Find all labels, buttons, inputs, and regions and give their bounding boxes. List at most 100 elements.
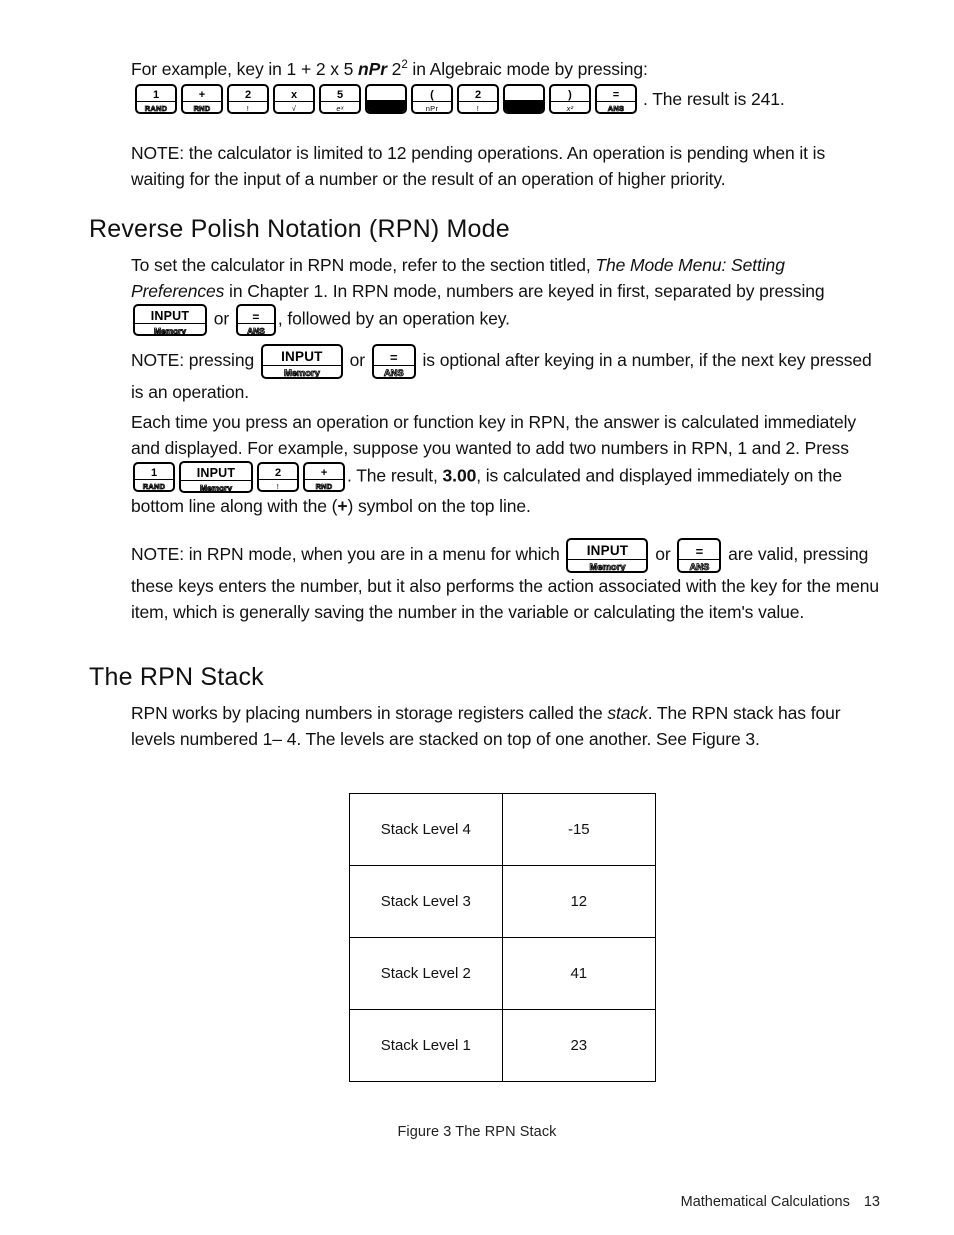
key-shift-label: Memory — [200, 483, 233, 493]
calculator-key-multiply-sqrt: x √ — [273, 84, 315, 114]
key-top-label: = — [679, 540, 720, 560]
page-footer: Mathematical Calculations 13 — [0, 1194, 954, 1210]
footer-section-title: Mathematical Calculations — [680, 1194, 850, 1210]
calculator-key-input-memory: INPUT Memory — [133, 304, 207, 336]
each-result-value: 3.00 — [442, 465, 477, 486]
keystroke-sequence-1: 1 RAND + RND 2 ! x √ 5 eˣ ( nPr 2 !) x²… — [133, 84, 785, 114]
each-part2: . The result, — [347, 465, 443, 486]
key-top-label: 5 — [321, 86, 359, 102]
key-top-label: ( — [413, 86, 451, 102]
key-top-label: ) — [551, 86, 589, 102]
paragraph-each-time: Each time you press an operation or func… — [131, 409, 883, 519]
key-top-label: 2 — [259, 464, 297, 480]
key-shift-label: RAND — [142, 482, 166, 491]
stack-level-value: -15 — [501, 793, 657, 866]
calculator-key-5-exp: 5 eˣ — [319, 84, 361, 114]
calculator-key-input-memory-2: INPUT Memory — [260, 344, 343, 379]
key-shift-label: ANS — [607, 104, 625, 113]
table-row: Stack Level 1 23 — [349, 1009, 657, 1082]
note-paragraph-2: NOTE: pressing INPUT Memory or = ANS is … — [131, 344, 879, 405]
heading-rpn-stack: The RPN Stack — [89, 663, 264, 691]
key-shift-label: Memory — [283, 368, 321, 379]
calculator-key-equals-ans-3: = ANS — [677, 538, 722, 573]
key-shift-label: ! — [276, 482, 280, 491]
calculator-key-openparen-npr: ( nPr — [411, 84, 453, 114]
key-top-label: INPUT — [135, 306, 205, 324]
set-mode-or: or — [209, 308, 234, 329]
key-top-label: + — [183, 86, 221, 102]
calculator-key-equals-ans-2: = ANS — [371, 344, 416, 379]
stack-level-label: Stack Level 2 — [349, 937, 503, 1010]
key-top-label: 2 — [229, 86, 267, 102]
key-shift-label: x² — [566, 104, 574, 113]
calculator-key-input-memory-3: INPUT Memory — [179, 461, 253, 493]
keystroke-result-text: . The result is 241. — [643, 89, 785, 109]
key-top-label: INPUT — [262, 346, 341, 366]
key-top-label: = — [373, 346, 414, 366]
key-top-label: INPUT — [568, 540, 647, 560]
note3-part1: NOTE: in RPN mode, when you are in a men… — [131, 544, 565, 565]
calculator-key-plus-rnd-2: + RND — [303, 462, 345, 492]
note3-or: or — [650, 544, 676, 565]
key-shift-label — [505, 101, 543, 112]
each-part1: Each time you press an operation or func… — [131, 412, 857, 458]
set-mode-part1: To set the calculator in RPN mode, refer… — [131, 255, 596, 275]
key-top-label: INPUT — [181, 463, 251, 481]
key-shift-label: ANS — [383, 368, 404, 379]
key-top-label: = — [597, 86, 635, 102]
each-part4: ) symbol on the top line. — [347, 496, 531, 516]
key-top-label: = — [237, 306, 274, 324]
note-paragraph-3: NOTE: in RPN mode, when you are in a men… — [131, 538, 883, 625]
stack-level-value: 12 — [501, 865, 657, 938]
calculator-key-1-rand: 1 RAND — [135, 84, 177, 114]
key-shift-label: ANS — [247, 326, 266, 336]
stack-level-value: 23 — [501, 1009, 657, 1082]
key-shift-label: eˣ — [336, 104, 344, 113]
key-top-label — [367, 86, 405, 101]
key-shift-label: nPr — [425, 104, 439, 113]
intro-text-before: For example, key in 1 + 2 x 5 — [131, 59, 359, 79]
note2-part1: NOTE: pressing — [131, 350, 259, 371]
intro-paragraph: For example, key in 1 + 2 x 5 nPr 22 in … — [131, 56, 891, 82]
note-paragraph-1: NOTE: the calculator is limited to 12 pe… — [131, 143, 826, 189]
works-italic-stack: stack — [607, 703, 648, 723]
figure-caption: Figure 3 The RPN Stack — [397, 1124, 557, 1140]
key-shift-label: ANS — [689, 562, 710, 573]
calculator-key-closeparen-xsquared: ) x² — [549, 84, 591, 114]
paragraph-rpn-works: RPN works by placing numbers in storage … — [131, 700, 879, 752]
key-shift-label: ! — [246, 104, 250, 113]
key-shift-label — [367, 101, 405, 112]
set-mode-part3: , followed by an operation key. — [277, 308, 510, 329]
calculator-key-blank-2 — [503, 84, 545, 114]
calculator-key-plus-rnd: + RND — [181, 84, 223, 114]
key-shift-label: RND — [193, 104, 211, 113]
key-shift-label: Memory — [154, 326, 187, 336]
stack-level-value: 41 — [501, 937, 657, 1010]
stack-level-label: Stack Level 3 — [349, 865, 503, 938]
rpn-stack-table: Stack Level 4 -15 Stack Level 3 12 Stack… — [349, 793, 657, 1082]
npr-term: nPr — [358, 59, 387, 79]
each-plus-symbol: + — [337, 496, 348, 516]
intro-text-mid: 2 — [386, 59, 402, 79]
note2-or: or — [344, 350, 370, 371]
calculator-key-2-factorial-2: 2 ! — [457, 84, 499, 114]
paragraph-set-rpn-mode: To set the calculator in RPN mode, refer… — [131, 252, 879, 336]
calculator-key-blank-1 — [365, 84, 407, 114]
heading-rpn-mode: Reverse Polish Notation (RPN) Mode — [89, 215, 510, 243]
key-top-label: 1 — [135, 464, 173, 480]
key-shift-label: RND — [315, 482, 333, 491]
footer-page-number: 13 — [863, 1194, 880, 1210]
works-part1: RPN works by placing numbers in storage … — [131, 703, 608, 723]
set-mode-part2: in Chapter 1. In RPN mode, numbers are k… — [224, 281, 825, 301]
key-top-label — [505, 86, 543, 101]
calculator-key-2-factorial: 2 ! — [227, 84, 269, 114]
table-row: Stack Level 4 -15 — [349, 793, 657, 866]
stack-level-label: Stack Level 4 — [349, 793, 503, 866]
key-shift-label: √ — [291, 104, 297, 113]
key-shift-label: Memory — [589, 562, 626, 573]
calculator-key-equals-ans-inline: = ANS — [235, 304, 276, 336]
table-row: Stack Level 3 12 — [349, 865, 657, 938]
key-top-label: 2 — [459, 86, 497, 102]
table-row: Stack Level 2 41 — [349, 937, 657, 1010]
calculator-key-1-rand-2: 1 RAND — [133, 462, 175, 492]
